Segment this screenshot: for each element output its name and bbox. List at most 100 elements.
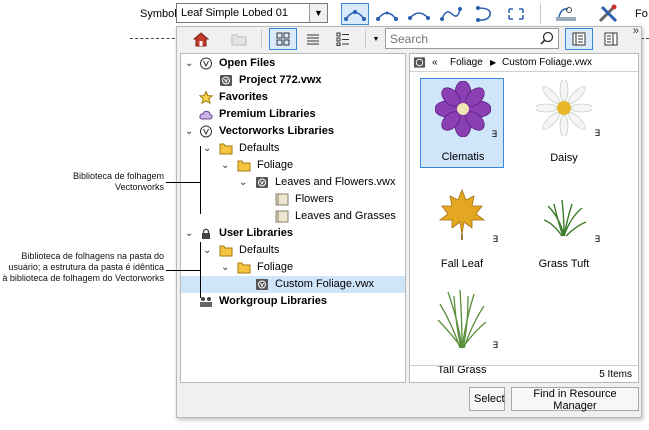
mode-arc-tangent-button[interactable] xyxy=(405,3,433,25)
grass-tuft-thumbnail xyxy=(543,199,587,237)
mode-curve-button[interactable] xyxy=(437,3,465,25)
folder-icon xyxy=(219,143,233,155)
resource-tile[interactable]: ∃ Grass Tuft xyxy=(522,184,606,274)
tree-row-favorites[interactable]: Favorites xyxy=(181,89,405,106)
symbol-select[interactable]: Leaf Simple Lobed 01 ▼ xyxy=(176,3,328,23)
chevron-down-icon: ▼ xyxy=(372,35,380,43)
vwx-file-icon xyxy=(256,279,268,290)
mode-arc-button[interactable] xyxy=(373,3,401,25)
chevron-down-icon[interactable]: ⌄ xyxy=(203,242,213,259)
show-preview-button[interactable] xyxy=(597,28,625,50)
tree-label: Defaults xyxy=(239,142,280,154)
resource-label: Clematis xyxy=(441,151,485,163)
chevron-down-icon[interactable]: ▼ xyxy=(309,4,327,22)
annotation-vectorworks-library: Biblioteca de folhagem Vectorworks xyxy=(72,171,164,192)
chevron-down-icon[interactable]: ⌄ xyxy=(221,157,231,174)
tree-row-leaves-and-grasses[interactable]: Leaves and Grasses xyxy=(181,208,405,225)
breadcrumb-back[interactable]: « xyxy=(432,54,438,71)
symbol-label: Symbol xyxy=(140,8,177,20)
folder-icon xyxy=(219,245,233,257)
symbol-badge: ∃ xyxy=(492,234,498,244)
tree-row-workgroup-libraries[interactable]: Workgroup Libraries xyxy=(181,293,405,310)
tree-row-project[interactable]: Project 772.vwx xyxy=(181,72,405,89)
tree-row-open-files[interactable]: ⌄ Open Files xyxy=(181,55,405,72)
show-tree-button[interactable] xyxy=(565,28,593,50)
tree-row-user-libraries[interactable]: ⌄ User Libraries xyxy=(181,225,405,242)
list-icon xyxy=(307,34,319,45)
detail-view-button[interactable] xyxy=(329,28,357,50)
mode-loop-button[interactable] xyxy=(469,3,497,25)
chevron-more-icon[interactable]: » xyxy=(633,25,639,37)
chevron-right-icon: ▶ xyxy=(490,58,497,67)
chevron-down-icon[interactable]: ⌄ xyxy=(239,174,249,191)
vwx-file-icon xyxy=(220,75,232,86)
folder-icon xyxy=(237,160,251,172)
tree-row-flowers[interactable]: Flowers xyxy=(181,191,405,208)
tree-label: Workgroup Libraries xyxy=(219,295,327,307)
resource-browser-pane: « Foliage ▶ Custom Foliage.vwx ∃ Clemati… xyxy=(409,53,639,383)
tree-row-vectorworks-libraries[interactable]: ⌄ Vectorworks Libraries xyxy=(181,123,405,140)
tree-label: Custom Foliage.vwx xyxy=(275,278,375,290)
library-tree: ⌄ Open Files Project 772.vwx Favorites P… xyxy=(180,53,406,383)
resource-selector-panel: ▼ » ⌄ Open Files Project 772.vwx Favorit… xyxy=(176,25,642,418)
mode-corners-button[interactable] xyxy=(502,3,530,25)
divider xyxy=(410,365,638,366)
tree-label: Project 772.vwx xyxy=(239,74,322,86)
search-input[interactable] xyxy=(386,29,532,48)
tree-label: Foliage xyxy=(257,159,294,171)
symbol-badge: ∃ xyxy=(594,128,600,138)
tree-row-leaves-and-flowers[interactable]: ⌄ Leaves and Flowers.vwx xyxy=(181,174,405,191)
thumbnail-view-button[interactable] xyxy=(269,28,297,50)
resource-tile[interactable]: ∃ Tall Grass xyxy=(420,290,504,380)
view-options-dropdown[interactable]: ▼ xyxy=(369,28,383,50)
chevron-down-icon[interactable]: ⌄ xyxy=(203,140,213,157)
resource-label: Fall Leaf xyxy=(440,258,484,270)
symbol-badge: ∃ xyxy=(594,234,600,244)
annotation-leader xyxy=(166,182,200,183)
resource-folder-icon xyxy=(275,210,289,223)
list-view-button[interactable] xyxy=(299,28,327,50)
tree-row-foliage[interactable]: ⌄ Foliage xyxy=(181,157,405,174)
symbol-select-value: Leaf Simple Lobed 01 xyxy=(181,7,289,19)
settings-tools-button[interactable] xyxy=(594,3,622,25)
tree-row-user-foliage[interactable]: ⌄ Foliage xyxy=(181,259,405,276)
tree-row-user-defaults[interactable]: ⌄ Defaults xyxy=(181,242,405,259)
daisy-thumbnail xyxy=(536,80,592,136)
resource-tile[interactable]: ∃ Daisy xyxy=(522,78,606,168)
chevron-down-icon[interactable]: ⌄ xyxy=(185,123,195,140)
resource-tile[interactable]: ∃ Clematis xyxy=(420,78,504,168)
folder-icon xyxy=(237,262,251,274)
preview-pane-icon xyxy=(604,32,618,46)
new-folder-button[interactable] xyxy=(225,28,253,50)
chevron-down-icon[interactable]: ⌄ xyxy=(221,259,231,276)
tree-label: Open Files xyxy=(219,57,276,69)
annotation-leader xyxy=(166,270,200,271)
user-lock-icon xyxy=(202,228,210,239)
breadcrumb-item[interactable]: Foliage xyxy=(450,54,483,71)
tree-label: Favorites xyxy=(219,91,268,103)
annotation-bracket xyxy=(200,146,201,214)
resource-tile[interactable]: ∃ Fall Leaf xyxy=(420,184,504,274)
home-button[interactable] xyxy=(187,28,215,50)
home-icon xyxy=(193,31,209,46)
workgroup-icon xyxy=(200,297,212,307)
find-in-resource-manager-button[interactable]: Find in Resource Manager xyxy=(511,387,639,412)
tree-row-custom-foliage[interactable]: Custom Foliage.vwx xyxy=(181,276,405,293)
item-count: 5 Items xyxy=(599,369,632,380)
select-button[interactable]: Select xyxy=(469,387,505,411)
tree-label: Premium Libraries xyxy=(219,108,316,120)
pick-symbol-button[interactable] xyxy=(552,3,580,25)
chevron-down-icon[interactable]: ⌄ xyxy=(185,55,195,72)
fo-label: Fo xyxy=(635,8,648,20)
toolbar-separator xyxy=(261,30,262,48)
annotation-user-library: Biblioteca de folhagens na pasta do usuá… xyxy=(2,251,164,283)
tree-row-premium[interactable]: Premium Libraries xyxy=(181,106,405,123)
chevron-down-icon[interactable]: ⌄ xyxy=(185,225,195,242)
breadcrumb-item[interactable]: Custom Foliage.vwx xyxy=(502,54,592,71)
mode-arc-point-button[interactable] xyxy=(341,3,369,25)
resource-label: Daisy xyxy=(550,152,578,164)
search-field[interactable] xyxy=(385,28,559,49)
search-icon[interactable] xyxy=(540,31,554,45)
tree-row-defaults[interactable]: ⌄ Defaults xyxy=(181,140,405,157)
tree-label: Vectorworks Libraries xyxy=(219,125,334,137)
